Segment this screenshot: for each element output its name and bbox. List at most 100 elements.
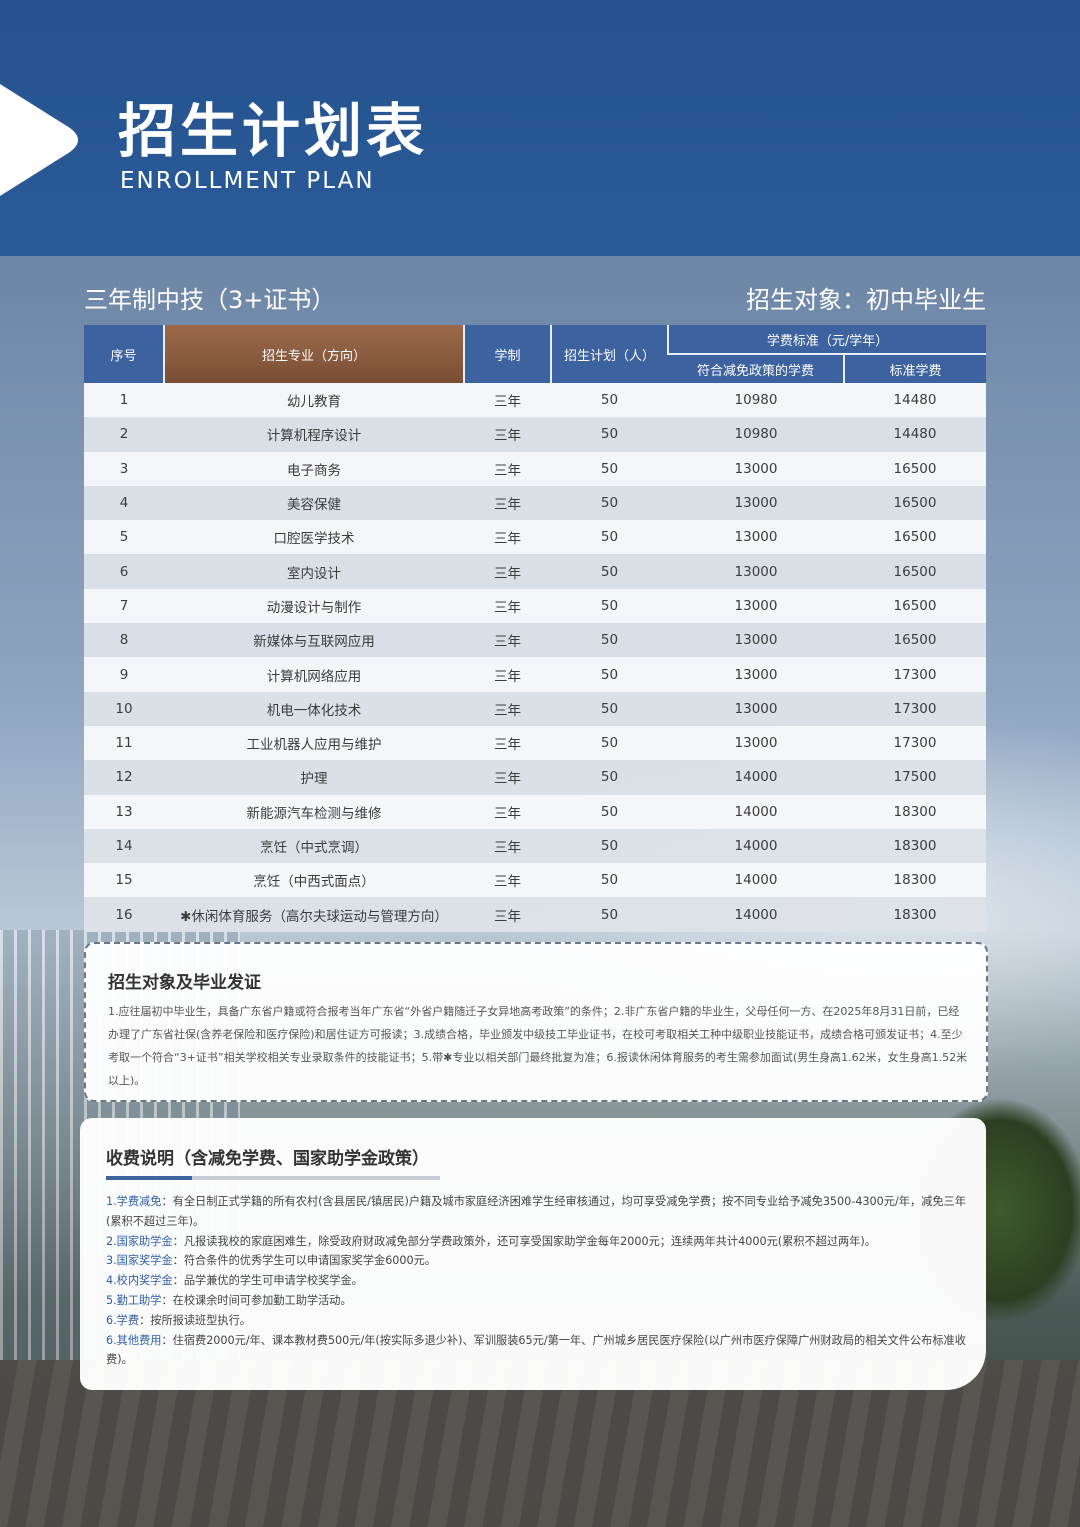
header-no: 序号	[84, 325, 164, 383]
cell-no: 8	[84, 623, 164, 658]
cell-quota: 50	[551, 520, 668, 555]
requirements-panel: 招生对象及毕业发证 1.应往届初中毕业生，具备广东省户籍或符合报考当年广东省“外…	[84, 942, 988, 1102]
cell-fee-standard: 18300	[844, 863, 987, 898]
cell-fee-reduced: 10980	[668, 383, 844, 418]
header-fee-reduced: 符合减免政策的学费	[668, 353, 844, 383]
header-fee-standard: 标准学费	[842, 353, 987, 383]
cell-fee-standard: 16500	[844, 554, 987, 589]
fee-item: 2.国家助学金：凡报读我校的家庭困难生，除受政府财政减免部分学费政策外，还可享受…	[106, 1232, 966, 1252]
cell-quota: 50	[551, 657, 668, 692]
cell-major: 计算机程序设计	[164, 417, 464, 452]
cell-major: 机电一体化技术	[164, 691, 464, 726]
fee-item-text: ：符合条件的优秀学生可以申请国家奖学金6000元。	[172, 1254, 437, 1268]
fees-list: 1.学费减免：有全日制正式学籍的所有农村(含县居民/镇居民)户籍及城市家庭经济困…	[106, 1192, 966, 1370]
cell-quota: 50	[551, 417, 668, 452]
cell-fee-standard: 18300	[844, 794, 987, 829]
fee-item-text: ：住宿费2000元/年、课本教材费500元/年(按实际多退少补)、军训服装65元…	[106, 1333, 966, 1367]
cell-fee-reduced: 14000	[668, 863, 844, 898]
cell-no: 5	[84, 520, 164, 555]
cell-no: 4	[84, 485, 164, 521]
fee-item: 3.国家奖学金：符合条件的优秀学生可以申请国家奖学金6000元。	[106, 1251, 966, 1271]
enrollment-table: 序号 招生专业（方向） 学制 招生计划（人） 学费标准（元/学年） 符合减免政策…	[84, 325, 987, 932]
cell-duration: 三年	[464, 520, 551, 555]
cell-no: 16	[84, 897, 164, 932]
cell-major: 美容保健	[164, 485, 464, 521]
cell-fee-reduced: 14000	[668, 897, 844, 932]
cell-quota: 50	[551, 554, 668, 589]
cell-fee-reduced: 14000	[668, 760, 844, 795]
cell-major: 室内设计	[164, 554, 464, 589]
cell-major: 动漫设计与制作	[164, 588, 464, 624]
fee-item: 6.学费：按所报读班型执行。	[106, 1311, 966, 1331]
cell-major: 工业机器人应用与维护	[164, 725, 464, 761]
cell-quota: 50	[551, 588, 668, 624]
cell-no: 10	[84, 691, 164, 726]
cell-quota: 50	[551, 485, 668, 521]
cell-major: 烹饪（中西式面点）	[164, 863, 464, 898]
cell-no: 7	[84, 588, 164, 624]
fees-title: 收费说明（含减免学费、国家助学金政策）	[106, 1149, 429, 1169]
target-label: 招生对象：初中毕业生	[746, 286, 986, 314]
cell-no: 1	[84, 383, 164, 418]
cell-no: 15	[84, 863, 164, 898]
fee-item-key: 3.国家奖学金	[106, 1254, 173, 1268]
requirements-text: 1.应往届初中毕业生，具备广东省户籍或符合报考当年广东省“外省户籍随迁子女异地高…	[108, 1005, 968, 1087]
table-row: 6 室内设计 三年 50 13000 16500	[84, 554, 987, 589]
cell-fee-reduced: 13000	[668, 691, 844, 726]
cell-no: 12	[84, 760, 164, 795]
cell-no: 2	[84, 417, 164, 452]
fee-item: 1.学费减免：有全日制正式学籍的所有农村(含县居民/镇居民)户籍及城市家庭经济困…	[106, 1192, 966, 1232]
cell-duration: 三年	[464, 485, 551, 521]
table-row: 11 工业机器人应用与维护 三年 50 13000 17300	[84, 725, 987, 761]
cell-fee-standard: 16500	[844, 451, 987, 486]
table-row: 14 烹饪（中式烹调） 三年 50 14000 18300	[84, 828, 987, 864]
fees-title-underline	[106, 1176, 440, 1180]
header-fee-group: 学费标准（元/学年）	[666, 325, 987, 354]
cell-quota: 50	[551, 623, 668, 658]
cell-duration: 三年	[464, 760, 551, 795]
cell-duration: 三年	[464, 451, 551, 486]
fees-panel: 收费说明（含减免学费、国家助学金政策） 1.学费减免：有全日制正式学籍的所有农村…	[80, 1118, 986, 1390]
cell-fee-standard: 14480	[844, 383, 987, 418]
cell-duration: 三年	[464, 417, 551, 452]
cell-no: 14	[84, 828, 164, 864]
cell-duration: 三年	[464, 725, 551, 761]
cell-duration: 三年	[464, 863, 551, 898]
cell-major: 计算机网络应用	[164, 657, 464, 692]
cell-duration: 三年	[464, 383, 551, 418]
fee-item-key: 6.学费	[106, 1313, 140, 1327]
cell-fee-standard: 18300	[844, 828, 987, 864]
fee-item-key: 1.学费减免	[106, 1195, 162, 1208]
cell-no: 6	[84, 554, 164, 589]
table-row: 8 新媒体与互联网应用 三年 50 13000 16500	[84, 623, 987, 658]
page-title-en: ENROLLMENT PLAN	[120, 168, 375, 194]
fee-item-key: 4.校内奖学金	[106, 1274, 173, 1288]
cell-fee-reduced: 14000	[668, 828, 844, 864]
fee-item-text: ：在校课余时间可参加勤工助学活动。	[161, 1293, 352, 1307]
cell-major: 口腔医学技术	[164, 520, 464, 555]
table-row: 5 口腔医学技术 三年 50 13000 16500	[84, 520, 987, 555]
cell-duration: 三年	[464, 623, 551, 658]
fee-item-text: ：凡报读我校的家庭困难生，除受政府财政减免部分学费政策外，还可享受国家助学金每年…	[172, 1234, 876, 1248]
cell-duration: 三年	[464, 588, 551, 624]
cell-major: 幼儿教育	[164, 383, 464, 418]
cell-major: 新媒体与互联网应用	[164, 623, 464, 658]
cell-fee-reduced: 13000	[668, 451, 844, 486]
cell-duration: 三年	[464, 657, 551, 692]
cell-major: ✱休闲体育服务（高尔夫球运动与管理方向）	[164, 897, 464, 932]
table-row: 16 ✱休闲体育服务（高尔夫球运动与管理方向） 三年 50 14000 18300	[84, 897, 987, 932]
table-body: 1 幼儿教育 三年 50 10980 14480 2 计算机程序设计 三年 50 10980 1448…	[84, 383, 987, 932]
cell-fee-reduced: 13000	[668, 725, 844, 761]
cell-fee-reduced: 13000	[668, 623, 844, 658]
fee-item-text: ：按所报读班型执行。	[139, 1313, 251, 1327]
cell-no: 13	[84, 794, 164, 829]
cell-fee-reduced: 13000	[668, 588, 844, 624]
fee-item-key: 5.勤工助学	[106, 1293, 162, 1307]
cell-duration: 三年	[464, 794, 551, 829]
header-duration: 学制	[463, 325, 551, 383]
cell-quota: 50	[551, 863, 668, 898]
table-row: 15 烹饪（中西式面点） 三年 50 14000 18300	[84, 863, 987, 898]
play-icon	[0, 84, 78, 196]
table-row: 7 动漫设计与制作 三年 50 13000 16500	[84, 588, 987, 624]
table-row: 1 幼儿教育 三年 50 10980 14480	[84, 383, 987, 418]
